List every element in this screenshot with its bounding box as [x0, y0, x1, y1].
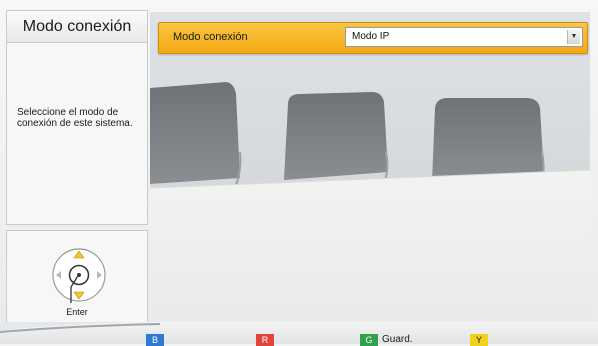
yellow-key-chip: Y	[470, 334, 488, 346]
main-panel: Modo conexión Modo IP ▼	[150, 12, 590, 320]
connection-mode-row[interactable]: Modo conexión Modo IP ▼	[158, 22, 588, 54]
connection-mode-label: Modo conexión	[173, 31, 248, 43]
bottom-swoosh-decoration	[0, 322, 161, 333]
meeting-room-background	[150, 12, 590, 320]
help-panel: Seleccione el modo de conexión de este s…	[6, 42, 148, 225]
save-key-label: Guard.	[382, 334, 413, 345]
page-title: Modo conexión	[6, 10, 148, 43]
dropdown-arrow-icon[interactable]: ▼	[567, 30, 580, 44]
connection-mode-select[interactable]: Modo IP ▼	[345, 27, 583, 47]
sidebar: Modo conexión Seleccione el modo de cone…	[6, 10, 148, 324]
remote-nav-panel: Enter	[6, 230, 148, 324]
dpad-icon[interactable]	[51, 247, 107, 303]
connection-mode-value: Modo IP	[352, 31, 390, 42]
blue-key-chip: B	[146, 334, 164, 346]
bottom-bar	[0, 322, 598, 344]
red-key-chip: R	[256, 334, 274, 346]
enter-label: Enter	[66, 307, 88, 317]
green-key-chip: G	[360, 334, 378, 346]
help-text: Seleccione el modo de conexión de este s…	[17, 107, 133, 129]
